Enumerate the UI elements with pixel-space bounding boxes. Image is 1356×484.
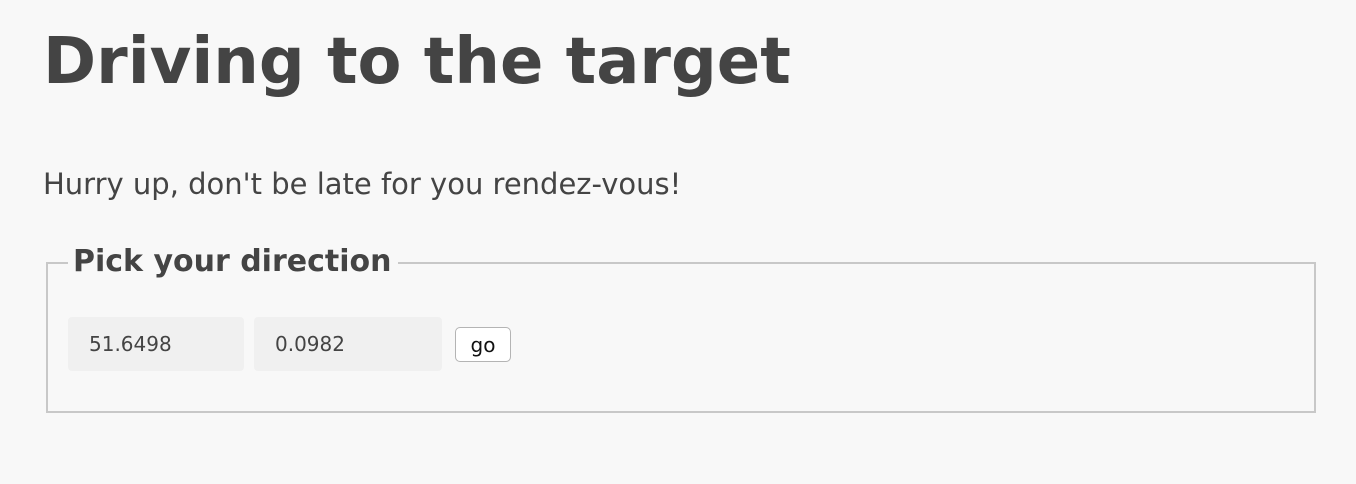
direction-fieldset: Pick your direction go [46,242,1316,413]
page-title: Driving to the target [43,25,791,99]
go-button[interactable]: go [455,327,511,362]
latitude-input[interactable] [68,317,244,371]
intro-text: Hurry up, don't be late for you rendez-v… [43,167,682,201]
longitude-input[interactable] [254,317,442,371]
direction-legend: Pick your direction [68,242,398,282]
